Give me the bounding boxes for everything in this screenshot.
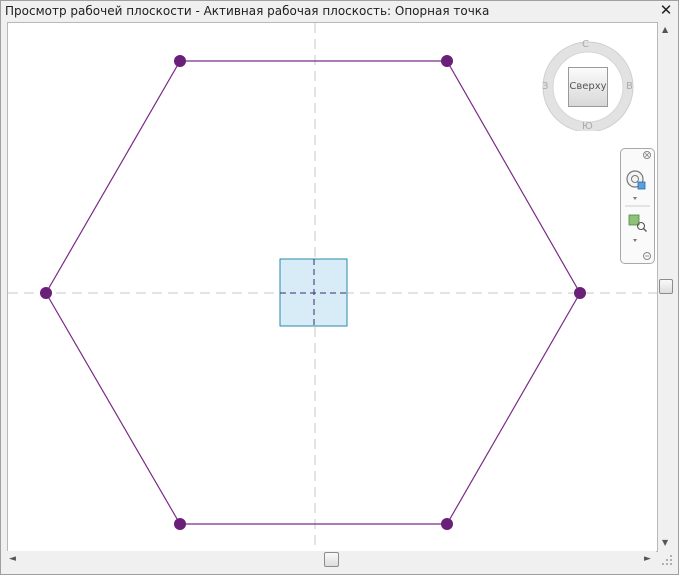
navbar-options-icon[interactable] [643,252,651,260]
resize-grip[interactable] [658,551,674,568]
workplane-viewer-window: Просмотр рабочей плоскости - Активная ра… [0,0,679,575]
navigation-bar [620,148,655,264]
vertical-scroll-thumb[interactable] [659,279,673,294]
hexagon-vertex-left[interactable] [40,287,52,299]
horizontal-scrollbar[interactable]: ◄ ► [7,551,656,568]
compass-north-label[interactable]: С [582,39,589,50]
vertical-scrollbar[interactable]: ▲ ▼ [658,22,674,550]
hexagon-vertex-top-right[interactable] [441,55,453,67]
steering-wheel-dropdown-icon[interactable] [633,197,637,200]
hexagon-vertex-bottom-left[interactable] [174,518,186,530]
hexagon-vertex-bottom-right[interactable] [441,518,453,530]
viewcube-top-face[interactable]: Сверху [568,67,608,107]
window-title: Просмотр рабочей плоскости - Активная ра… [5,4,490,18]
scroll-down-icon[interactable]: ▼ [662,538,668,548]
close-navbar-icon[interactable] [643,151,651,159]
hexagon-vertex-top-left[interactable] [174,55,186,67]
steering-wheel-icon[interactable] [626,170,646,190]
scroll-right-icon[interactable]: ► [644,554,651,564]
scroll-left-icon[interactable]: ◄ [9,554,16,564]
compass-west-label[interactable]: З [542,81,548,92]
close-icon[interactable]: ✕ [658,2,674,18]
title-bar[interactable]: Просмотр рабочей плоскости - Активная ра… [1,1,678,21]
viewcube[interactable]: С Ю З В Сверху [542,39,634,132]
zoom-region-icon[interactable] [628,214,647,232]
zoom-dropdown-icon[interactable] [633,239,637,242]
compass-south-label[interactable]: Ю [582,121,593,132]
hexagon-vertex-right[interactable] [574,287,586,299]
horizontal-scroll-thumb[interactable] [324,552,339,567]
compass-east-label[interactable]: В [626,81,633,92]
origin-point-marker[interactable] [279,258,348,327]
scroll-up-icon[interactable]: ▲ [662,25,668,35]
navigation-bar-graphics [625,151,651,260]
